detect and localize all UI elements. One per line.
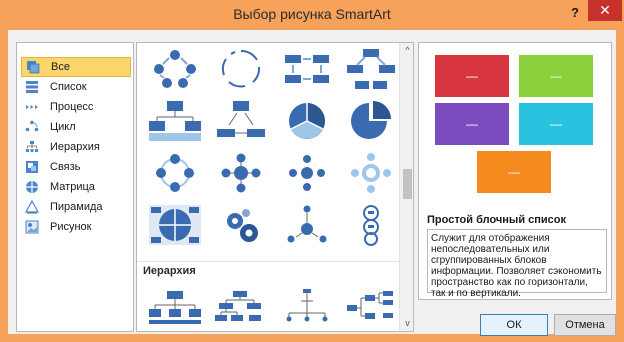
relationship-icon — [25, 160, 39, 174]
dialog-body: Все Список Процесс Цикл Иерархия Связь М… — [8, 30, 616, 336]
title-bar: Выбор рисунка SmartArt ? ✕ — [0, 0, 624, 30]
preview-panel: — — — — — Простой блочный список Служит для … — [418, 42, 612, 300]
layout-thumbnail[interactable] — [343, 203, 399, 247]
layout-thumbnail[interactable] — [279, 99, 335, 143]
layout-thumbnail[interactable] — [213, 283, 269, 327]
cycle-icon — [25, 120, 39, 134]
layout-thumbnail[interactable] — [279, 47, 335, 91]
preview-block-label: — — [550, 117, 562, 131]
preview-block-label: — — [550, 69, 562, 83]
preview-block-label: — — [466, 69, 478, 83]
layout-thumbnail[interactable] — [213, 99, 269, 143]
scroll-down-icon[interactable]: v — [400, 316, 413, 331]
category-relationship[interactable]: Связь — [21, 157, 131, 177]
pyramid-icon — [24, 199, 40, 214]
category-hierarchy[interactable]: Иерархия — [21, 137, 131, 157]
preview-title: Простой блочный список — [427, 214, 567, 226]
matrix-icon — [25, 180, 39, 194]
category-picture[interactable]: Рисунок — [21, 217, 131, 237]
preview-block-label: — — [508, 165, 520, 179]
category-cycle[interactable]: Цикл — [21, 117, 131, 137]
category-label: Связь — [50, 161, 81, 173]
gallery-scrollbar[interactable]: ^ v — [399, 43, 413, 331]
smartart-dialog: Выбор рисунка SmartArt ? ✕ Все Список Пр… — [0, 0, 624, 342]
layout-thumbnail[interactable] — [147, 203, 203, 247]
category-label: Матрица — [50, 181, 95, 193]
category-all[interactable]: Все — [21, 57, 131, 77]
preview-block-label: — — [466, 117, 478, 131]
all-icon — [26, 60, 40, 74]
layout-thumbnail[interactable] — [147, 47, 203, 91]
layout-thumbnail[interactable] — [343, 47, 399, 91]
layout-thumbnail[interactable] — [343, 283, 399, 327]
ok-button[interactable]: ОК — [480, 314, 548, 336]
layout-thumbnail[interactable] — [147, 99, 203, 143]
category-label: Все — [51, 61, 70, 73]
dialog-title: Выбор рисунка SmartArt — [233, 6, 391, 22]
category-list-item[interactable]: Список — [21, 77, 131, 97]
layout-thumbnail[interactable] — [343, 151, 399, 195]
preview-description: Служит для отображения непоследовательны… — [427, 229, 607, 299]
layout-thumbnail[interactable] — [343, 99, 399, 143]
layout-thumbnail[interactable] — [279, 151, 335, 195]
cancel-button[interactable]: Отмена — [554, 314, 616, 336]
layout-thumbnail[interactable] — [279, 283, 335, 327]
scroll-up-icon[interactable]: ^ — [400, 43, 413, 58]
category-matrix[interactable]: Матрица — [21, 177, 131, 197]
category-label: Цикл — [50, 121, 76, 133]
category-label: Пирамида — [50, 201, 103, 213]
layout-thumbnail[interactable] — [213, 47, 269, 91]
list-icon — [25, 80, 39, 94]
scrollbar-thumb[interactable] — [403, 169, 412, 199]
layout-thumbnail[interactable] — [213, 203, 269, 247]
layout-gallery: Иерархия ^ v — [136, 42, 414, 332]
category-pyramid[interactable]: Пирамида — [21, 197, 131, 217]
hierarchy-icon — [25, 140, 39, 154]
preview-image: — — — — — — [435, 55, 593, 193]
section-header-hierarchy: Иерархия — [137, 261, 399, 279]
help-button[interactable]: ? — [565, 3, 585, 23]
category-label: Список — [50, 81, 87, 93]
picture-icon — [25, 220, 39, 234]
category-process[interactable]: Процесс — [21, 97, 131, 117]
layout-thumbnail[interactable] — [147, 151, 203, 195]
process-icon — [25, 100, 39, 114]
category-label: Иерархия — [50, 141, 100, 153]
layout-thumbnail[interactable] — [279, 203, 335, 247]
category-label: Рисунок — [50, 221, 92, 233]
category-list: Все Список Процесс Цикл Иерархия Связь М… — [16, 42, 134, 332]
category-label: Процесс — [50, 101, 94, 113]
layout-thumbnail[interactable] — [213, 151, 269, 195]
layout-thumbnail[interactable] — [147, 283, 203, 327]
close-button[interactable]: ✕ — [588, 0, 622, 21]
